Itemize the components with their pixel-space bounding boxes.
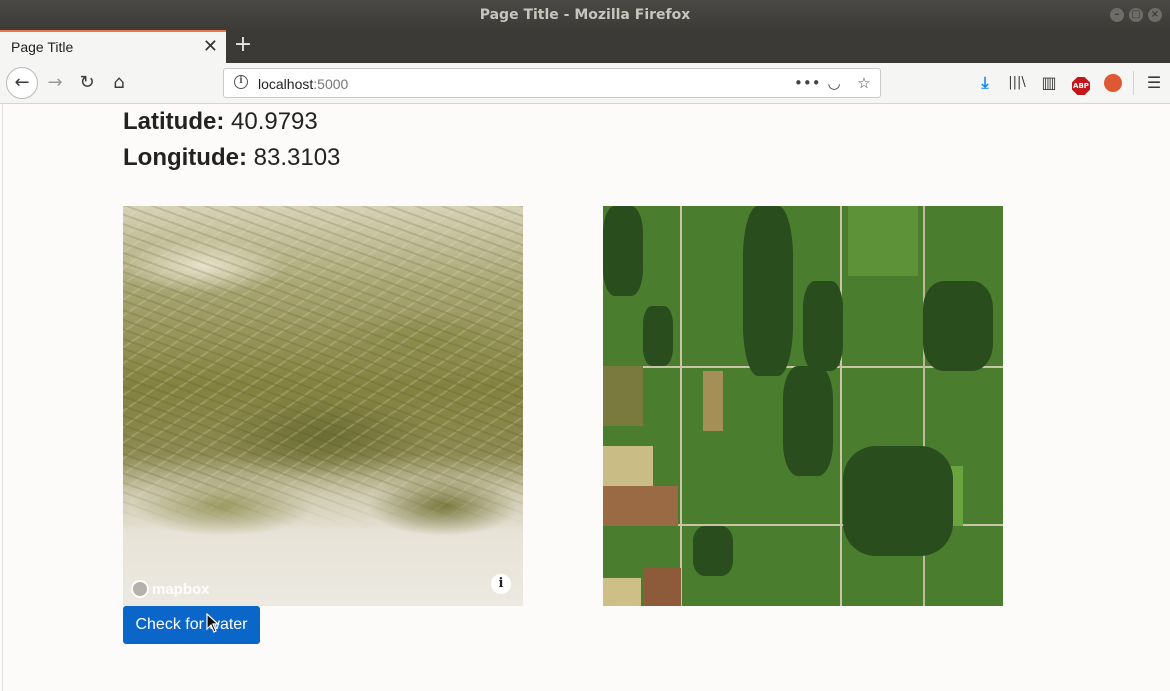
pocket-icon[interactable]: ◡	[824, 73, 844, 93]
url-host: localhost	[258, 76, 314, 92]
field-patch	[603, 446, 653, 486]
duckduckgo-icon[interactable]	[1097, 71, 1129, 95]
field-patch	[603, 578, 641, 606]
site-info-icon[interactable]: i	[234, 75, 248, 89]
navigation-bar: ← → ↻ ⌂ i localhost:5000 ••• ◡ ☆ ⤓ |||\ …	[0, 63, 1170, 104]
forest-patch	[693, 526, 733, 576]
url-actions: ••• ◡ ☆	[794, 73, 874, 93]
field-patch	[848, 206, 918, 276]
check-for-water-button[interactable]: Check for water	[123, 606, 260, 644]
map-terrain-texture	[123, 206, 523, 606]
library-icon[interactable]: |||\	[1001, 71, 1033, 95]
longitude-value: 83.3103	[253, 144, 341, 171]
url-port: :5000	[313, 76, 349, 92]
tab-title: Page Title	[11, 39, 74, 55]
tab-page-title[interactable]: Page Title ✕	[0, 30, 226, 63]
minimize-icon[interactable]: –	[1110, 8, 1124, 22]
field-patch	[703, 371, 723, 431]
sidebar-icon[interactable]: ▥	[1033, 71, 1065, 95]
browser-window: Page Title - Mozilla Firefox – □ × Page …	[0, 0, 1170, 691]
field-patch	[643, 568, 681, 606]
page-actions-icon[interactable]: •••	[794, 73, 821, 93]
close-window-icon[interactable]: ×	[1148, 8, 1162, 22]
menu-icon[interactable]: ☰	[1138, 71, 1170, 95]
url-text[interactable]: localhost:5000	[258, 76, 348, 92]
longitude-line: Longitude: 83.3103	[123, 144, 340, 172]
forward-icon[interactable]: →	[40, 68, 70, 98]
tab-close-icon[interactable]: ✕	[203, 37, 218, 57]
back-icon[interactable]: ←	[6, 67, 38, 99]
adblock-icon[interactable]: ABP	[1065, 71, 1097, 95]
maximize-icon[interactable]: □	[1129, 8, 1143, 22]
forest-patch	[923, 281, 993, 371]
mapbox-logo[interactable]: mapbox	[131, 580, 210, 598]
mapbox-mark-icon	[131, 580, 149, 598]
forest-patch	[743, 206, 793, 376]
longitude-label: Longitude:	[123, 144, 247, 171]
forest-patch	[643, 306, 673, 366]
mapbox-map[interactable]: mapbox i	[123, 206, 523, 606]
latitude-value: 40.9793	[231, 108, 318, 135]
latitude-line: Latitude: 40.9793	[123, 108, 318, 136]
download-icon[interactable]: ⤓	[969, 71, 1001, 95]
attribution-info-icon[interactable]: i	[491, 574, 511, 594]
forest-patch	[783, 366, 833, 476]
window-title: Page Title - Mozilla Firefox	[479, 7, 691, 23]
page-content: Latitude: 40.9793 Longitude: 83.3103 map…	[2, 104, 1170, 691]
bookmark-star-icon[interactable]: ☆	[854, 73, 874, 93]
mapbox-logo-text: mapbox	[152, 580, 210, 598]
latitude-label: Latitude:	[123, 108, 225, 135]
duckduckgo-badge	[1104, 74, 1122, 92]
field-patch	[603, 366, 643, 426]
forest-patch	[603, 206, 643, 296]
home-icon[interactable]: ⌂	[104, 68, 134, 98]
satellite-image	[603, 206, 1003, 606]
forest-patch	[843, 446, 953, 556]
url-bar[interactable]: i localhost:5000 ••• ◡ ☆	[223, 68, 881, 98]
forest-patch	[803, 281, 843, 371]
new-tab-icon[interactable]: +	[232, 34, 254, 58]
toolbar-divider	[1133, 71, 1134, 95]
tab-strip: Page Title ✕ +	[0, 30, 1170, 63]
toolbar-right: ⤓ |||\ ▥ ABP ☰	[969, 71, 1170, 95]
title-bar: Page Title - Mozilla Firefox – □ ×	[0, 0, 1170, 30]
reload-icon[interactable]: ↻	[72, 68, 102, 98]
abp-badge: ABP	[1072, 77, 1090, 95]
field-patch	[603, 486, 678, 526]
window-controls: – □ ×	[1110, 8, 1162, 22]
